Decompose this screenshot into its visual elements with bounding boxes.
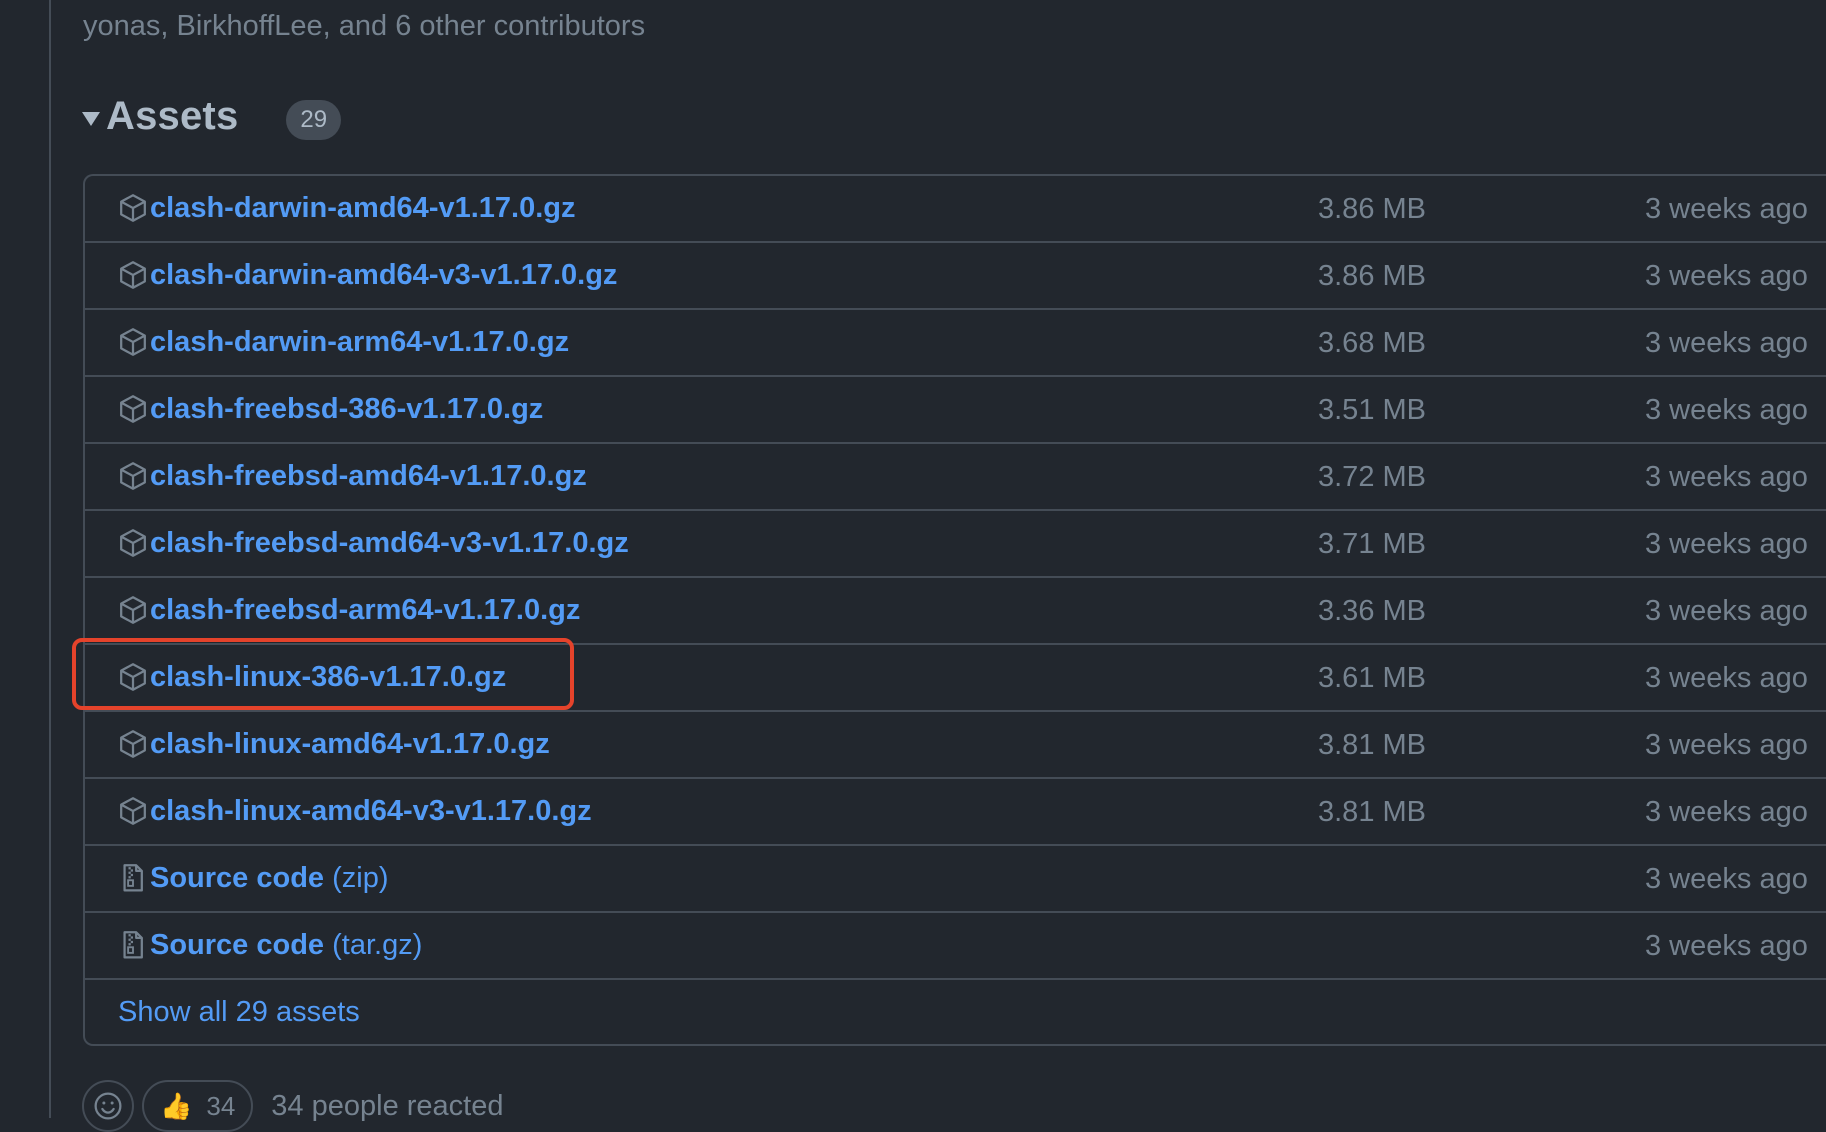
package-icon bbox=[120, 194, 146, 222]
file-zip-icon bbox=[123, 931, 143, 959]
asset-date: 3 weeks ago bbox=[1645, 863, 1808, 895]
asset-row: Source code (tar.gz) 3 weeks ago bbox=[85, 913, 1826, 980]
caret-down-icon bbox=[82, 112, 100, 126]
thumbs-up-reaction-button[interactable]: 👍 34 bbox=[142, 1080, 254, 1132]
asset-size: 3.72 MB bbox=[1318, 461, 1426, 493]
asset-row: clash-linux-386-v1.17.0.gz 3.61 MB 3 wee… bbox=[85, 645, 1826, 712]
asset-size: 3.61 MB bbox=[1318, 662, 1426, 694]
package-icon bbox=[120, 730, 146, 758]
package-icon bbox=[120, 328, 146, 356]
smiley-icon bbox=[94, 1092, 122, 1120]
asset-row: clash-freebsd-386-v1.17.0.gz 3.51 MB 3 w… bbox=[85, 377, 1826, 444]
add-reaction-button[interactable] bbox=[82, 1080, 134, 1132]
asset-row: clash-freebsd-arm64-v1.17.0.gz 3.36 MB 3… bbox=[85, 578, 1826, 645]
asset-link[interactable]: clash-darwin-arm64-v1.17.0.gz bbox=[150, 326, 569, 359]
asset-link[interactable]: clash-darwin-amd64-v1.17.0.gz bbox=[150, 192, 576, 225]
asset-size: 3.51 MB bbox=[1318, 394, 1426, 426]
reactions-bar: 👍 34 34 people reacted bbox=[82, 1080, 503, 1132]
package-icon bbox=[120, 663, 146, 691]
package-icon bbox=[120, 529, 146, 557]
asset-date: 3 weeks ago bbox=[1645, 193, 1808, 225]
asset-link[interactable]: clash-linux-amd64-v1.17.0.gz bbox=[150, 728, 550, 761]
asset-link[interactable]: clash-darwin-amd64-v3-v1.17.0.gz bbox=[150, 259, 617, 292]
asset-link[interactable]: clash-linux-386-v1.17.0.gz bbox=[150, 661, 506, 694]
package-icon bbox=[120, 462, 146, 490]
asset-date: 3 weeks ago bbox=[1645, 796, 1808, 828]
asset-date: 3 weeks ago bbox=[1645, 327, 1808, 359]
release-page: yonas, BirkhoffLee, and 6 other contribu… bbox=[0, 0, 1826, 1132]
asset-size: 3.86 MB bbox=[1318, 260, 1426, 292]
asset-size: 3.81 MB bbox=[1318, 796, 1426, 828]
source-code-zip-link[interactable]: Source code (zip) bbox=[150, 862, 389, 895]
asset-date: 3 weeks ago bbox=[1645, 662, 1808, 694]
asset-link[interactable]: clash-linux-amd64-v3-v1.17.0.gz bbox=[150, 795, 592, 828]
asset-date: 3 weeks ago bbox=[1645, 461, 1808, 493]
asset-size: 3.71 MB bbox=[1318, 528, 1426, 560]
source-code-targz-link[interactable]: Source code (tar.gz) bbox=[150, 929, 422, 962]
asset-row: clash-darwin-amd64-v1.17.0.gz 3.86 MB 3 … bbox=[85, 176, 1826, 243]
asset-row: clash-darwin-amd64-v3-v1.17.0.gz 3.86 MB… bbox=[85, 243, 1826, 310]
asset-date: 3 weeks ago bbox=[1645, 729, 1808, 761]
asset-date: 3 weeks ago bbox=[1645, 394, 1808, 426]
asset-row: clash-freebsd-amd64-v1.17.0.gz 3.72 MB 3… bbox=[85, 444, 1826, 511]
asset-date: 3 weeks ago bbox=[1645, 595, 1808, 627]
show-all-assets-link[interactable]: Show all 29 assets bbox=[118, 996, 360, 1029]
asset-row: clash-freebsd-amd64-v3-v1.17.0.gz 3.71 M… bbox=[85, 511, 1826, 578]
contributors-text: yonas, BirkhoffLee, and 6 other contribu… bbox=[83, 10, 646, 42]
package-icon bbox=[120, 596, 146, 624]
package-icon bbox=[120, 395, 146, 423]
assets-count-badge: 29 bbox=[286, 100, 342, 140]
assets-title: Assets bbox=[106, 93, 239, 138]
asset-size: 3.68 MB bbox=[1318, 327, 1426, 359]
asset-size: 3.81 MB bbox=[1318, 729, 1426, 761]
asset-size: 3.36 MB bbox=[1318, 595, 1426, 627]
package-icon bbox=[120, 261, 146, 289]
file-zip-icon bbox=[123, 864, 143, 892]
asset-link[interactable]: clash-freebsd-arm64-v1.17.0.gz bbox=[150, 594, 580, 627]
thumbs-up-icon: 👍 bbox=[160, 1090, 193, 1121]
asset-row: clash-darwin-arm64-v1.17.0.gz 3.68 MB 3 … bbox=[85, 310, 1826, 377]
asset-date: 3 weeks ago bbox=[1645, 930, 1808, 962]
asset-date: 3 weeks ago bbox=[1645, 260, 1808, 292]
asset-link[interactable]: clash-freebsd-386-v1.17.0.gz bbox=[150, 393, 543, 426]
asset-link[interactable]: clash-freebsd-amd64-v3-v1.17.0.gz bbox=[150, 527, 629, 560]
assets-toggle[interactable]: Assets 29 bbox=[82, 88, 342, 144]
thumbs-up-count: 34 bbox=[206, 1090, 236, 1121]
asset-row: clash-linux-amd64-v1.17.0.gz 3.81 MB 3 w… bbox=[85, 712, 1826, 779]
timeline-rule bbox=[49, 0, 51, 1118]
asset-link[interactable]: clash-freebsd-amd64-v1.17.0.gz bbox=[150, 460, 587, 493]
asset-date: 3 weeks ago bbox=[1645, 528, 1808, 560]
package-icon bbox=[120, 797, 146, 825]
assets-list: clash-darwin-amd64-v1.17.0.gz 3.86 MB 3 … bbox=[83, 174, 1826, 1046]
asset-size: 3.86 MB bbox=[1318, 193, 1426, 225]
asset-row: Source code (zip) 3 weeks ago bbox=[85, 846, 1826, 913]
asset-row: clash-linux-amd64-v3-v1.17.0.gz 3.81 MB … bbox=[85, 779, 1826, 846]
